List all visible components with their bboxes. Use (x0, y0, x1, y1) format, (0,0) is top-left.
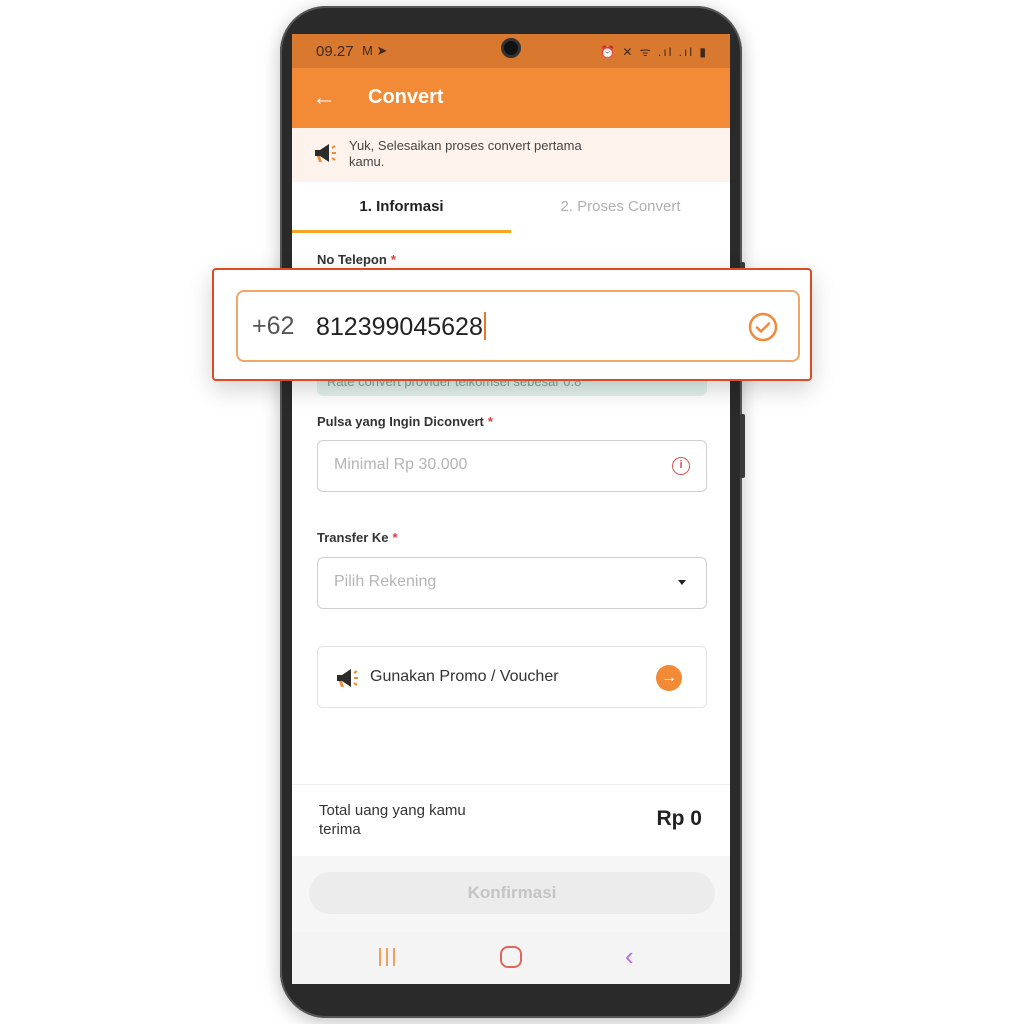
total-summary: Total uang yang kamu terima Rp 0 (292, 784, 730, 856)
confirm-area: Konfirmasi (292, 856, 730, 932)
transfer-placeholder: Pilih Rekening (334, 573, 437, 590)
tab-proses-convert[interactable]: 2. Proses Convert (511, 182, 730, 232)
recent-apps-icon[interactable] (378, 948, 398, 966)
phone-number-input[interactable]: +62 812399045628 (236, 290, 800, 362)
info-banner: Yuk, Selesaikan proses convert pertama k… (292, 128, 730, 182)
status-time: 09.27 (316, 43, 354, 60)
page-title: Convert (368, 86, 444, 108)
phone-field-zoom-highlight: +62 812399045628 (212, 268, 812, 381)
promo-voucher-button[interactable]: Gunakan Promo / Voucher → (317, 646, 707, 708)
nav-back-icon[interactable]: ‹ (625, 943, 634, 969)
check-circle-icon (748, 312, 778, 342)
phone-number-value-wrap: 812399045628 (316, 312, 486, 342)
system-nav-bar: ‹ (292, 932, 730, 984)
pulsa-amount-input[interactable]: Minimal Rp 30.000 i (317, 440, 707, 492)
pulsa-placeholder: Minimal Rp 30.000 (334, 456, 468, 473)
phone-label: No Telepon * (317, 252, 396, 267)
phone-number-value: 812399045628 (316, 313, 483, 341)
text-cursor (483, 312, 486, 340)
arrow-left-icon[interactable]: ← (312, 84, 336, 112)
total-label: Total uang yang kamu terima (319, 802, 466, 838)
pulsa-label-text: Pulsa yang Ingin Diconvert (317, 414, 484, 429)
status-bar: 09.27 M ➤ ⏰ ✕ ᯤ .ıl .ıl ▮ (292, 34, 730, 68)
pulsa-label: Pulsa yang Ingin Diconvert * (317, 414, 493, 429)
total-value: Rp 0 (656, 807, 702, 830)
caret-down-icon (678, 580, 686, 585)
required-mark: * (390, 252, 396, 267)
info-icon[interactable]: i (672, 457, 690, 475)
required-mark: * (487, 414, 493, 429)
megaphone-icon (337, 669, 358, 687)
bank-account-select[interactable]: Pilih Rekening (317, 557, 707, 609)
promo-label: Gunakan Promo / Voucher (370, 668, 559, 685)
transfer-label: Transfer Ke * (317, 530, 398, 545)
step-tabs: 1. Informasi 2. Proses Convert (292, 182, 730, 236)
front-camera (501, 38, 521, 58)
required-mark: * (392, 530, 398, 545)
banner-text: Yuk, Selesaikan proses convert pertama k… (349, 138, 582, 169)
home-icon[interactable] (500, 946, 522, 968)
system-status-icons: ⏰ ✕ ᯤ .ıl .ıl ▮ (600, 45, 708, 59)
country-code-prefix: +62 (252, 312, 295, 340)
transfer-label-text: Transfer Ke (317, 530, 389, 545)
phone-side-button (740, 414, 745, 478)
confirm-button[interactable]: Konfirmasi (309, 872, 715, 914)
active-tab-indicator (292, 230, 511, 233)
phone-screen: 09.27 M ➤ ⏰ ✕ ᯤ .ıl .ıl ▮ ← Convert Yuk,… (292, 34, 730, 984)
app-header: ← Convert (292, 68, 730, 128)
tab-informasi[interactable]: 1. Informasi (292, 182, 511, 232)
notification-icons: M ➤ (362, 43, 388, 58)
megaphone-icon (315, 144, 336, 162)
phone-label-text: No Telepon (317, 252, 387, 267)
page: 09.27 M ➤ ⏰ ✕ ᯤ .ıl .ıl ▮ ← Convert Yuk,… (0, 0, 1024, 1024)
arrow-right-icon[interactable]: → (656, 665, 682, 691)
